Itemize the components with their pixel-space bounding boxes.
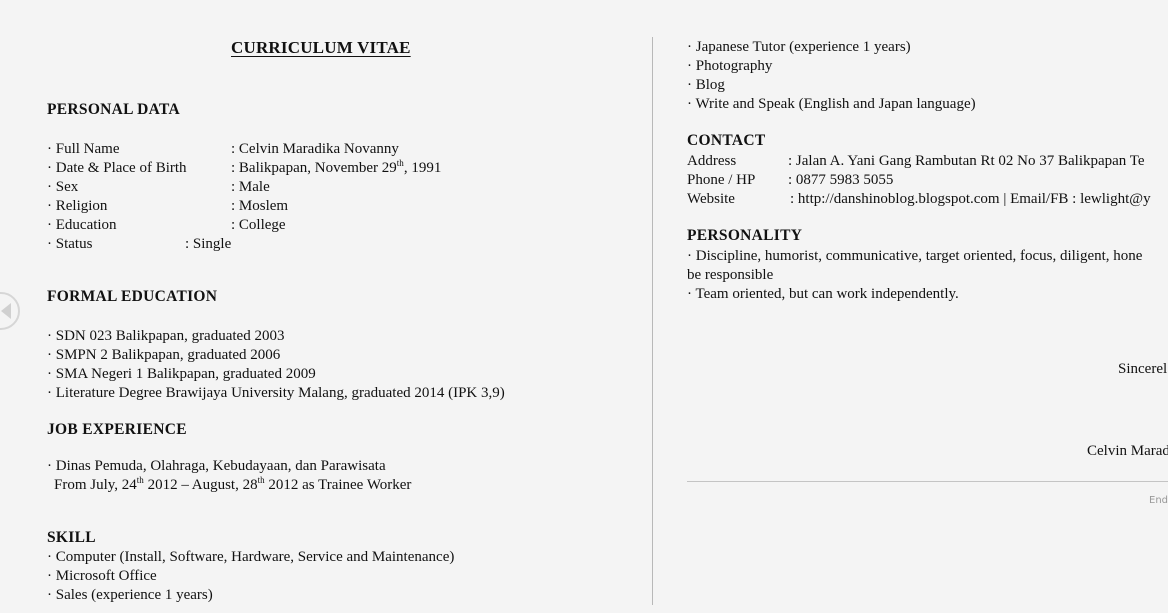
- list-item: · Write and Speak (English and Japan lan…: [687, 96, 976, 112]
- list-item: be responsible: [687, 267, 774, 283]
- list-item: · Computer (Install, Software, Hardware,…: [47, 549, 455, 565]
- list-item: · SDN 023 Balikpapan, graduated 2003: [47, 328, 285, 344]
- field-sex: · Sex : Male: [47, 178, 270, 197]
- list-item: · Discipline, humorist, communicative, t…: [687, 248, 1143, 264]
- contact-website: Website : http://danshinoblog.blogspot.c…: [687, 190, 1151, 209]
- chevron-left-icon: [1, 303, 11, 319]
- personal-data-heading: PERSONAL DATA: [47, 101, 180, 118]
- field-religion: · Religion : Moslem: [47, 197, 288, 216]
- field-label: · Status: [47, 236, 93, 252]
- job-employer: · Dinas Pemuda, Olahraga, Kebudayaan, da…: [47, 458, 386, 474]
- field-education: · Education : College: [47, 216, 286, 235]
- field-label: · Education: [47, 217, 117, 233]
- field-value: : http://danshinoblog.blogspot.com | Ema…: [790, 191, 1151, 207]
- document-title: CURRICULUM VITAE: [231, 38, 411, 57]
- contact-address: Address : Jalan A. Yani Gang Rambutan Rt…: [687, 152, 1145, 171]
- field-value: : Jalan A. Yani Gang Rambutan Rt 02 No 3…: [788, 153, 1145, 169]
- field-label: · Date & Place of Birth: [47, 160, 187, 176]
- list-item: · SMPN 2 Balikpapan, graduated 2006: [47, 347, 281, 363]
- field-label: · Sex: [47, 179, 79, 195]
- field-value: : College: [231, 217, 286, 233]
- list-item: · Japanese Tutor (experience 1 years): [687, 39, 911, 55]
- end-label: End: [1149, 495, 1168, 506]
- field-label: Phone / HP: [687, 172, 756, 188]
- job-period: From July, 24th 2012 – August, 28th 2012…: [54, 475, 412, 494]
- list-item: · Photography: [687, 58, 773, 74]
- field-value: : Male: [231, 179, 270, 195]
- field-birth: · Date & Place of Birth : Balikpapan, No…: [47, 159, 441, 178]
- formal-education-heading: FORMAL EDUCATION: [47, 288, 218, 305]
- closing-salutation: Sincerel: [1118, 361, 1168, 377]
- field-full-name: · Full Name : Celvin Maradika Novanny: [47, 140, 399, 159]
- field-label: · Religion: [47, 198, 108, 214]
- list-item: · Sales (experience 1 years): [47, 587, 213, 603]
- contact-phone: Phone / HP : 0877 5983 5055: [687, 171, 893, 190]
- field-value: : Balikpapan, November 29th, 1991: [231, 158, 442, 177]
- field-label: · Full Name: [47, 141, 120, 157]
- page-divider: [652, 37, 653, 605]
- job-experience-heading: JOB EXPERIENCE: [47, 421, 187, 438]
- list-item: · SMA Negeri 1 Balikpapan, graduated 200…: [47, 366, 316, 382]
- field-value: : Celvin Maradika Novanny: [231, 141, 399, 157]
- skill-heading: SKILL: [47, 529, 96, 546]
- field-label: Address: [687, 153, 737, 169]
- contact-heading: CONTACT: [687, 132, 766, 149]
- field-value: : 0877 5983 5055: [788, 172, 894, 188]
- list-item: · Microsoft Office: [47, 568, 157, 584]
- personality-heading: PERSONALITY: [687, 227, 803, 244]
- list-item: · Team oriented, but can work independen…: [687, 286, 959, 302]
- end-divider: [687, 481, 1168, 482]
- field-value: : Single: [185, 236, 232, 252]
- page-left: CURRICULUM VITAE PERSONAL DATA · Full Na…: [0, 0, 580, 613]
- field-value: : Moslem: [231, 198, 289, 214]
- list-item: · Blog: [687, 77, 725, 93]
- field-label: Website: [687, 191, 735, 207]
- field-status: · Status : Single: [47, 235, 231, 254]
- list-item: · Literature Degree Brawijaya University…: [47, 385, 505, 401]
- closing-signature: Celvin Marad: [1087, 443, 1168, 459]
